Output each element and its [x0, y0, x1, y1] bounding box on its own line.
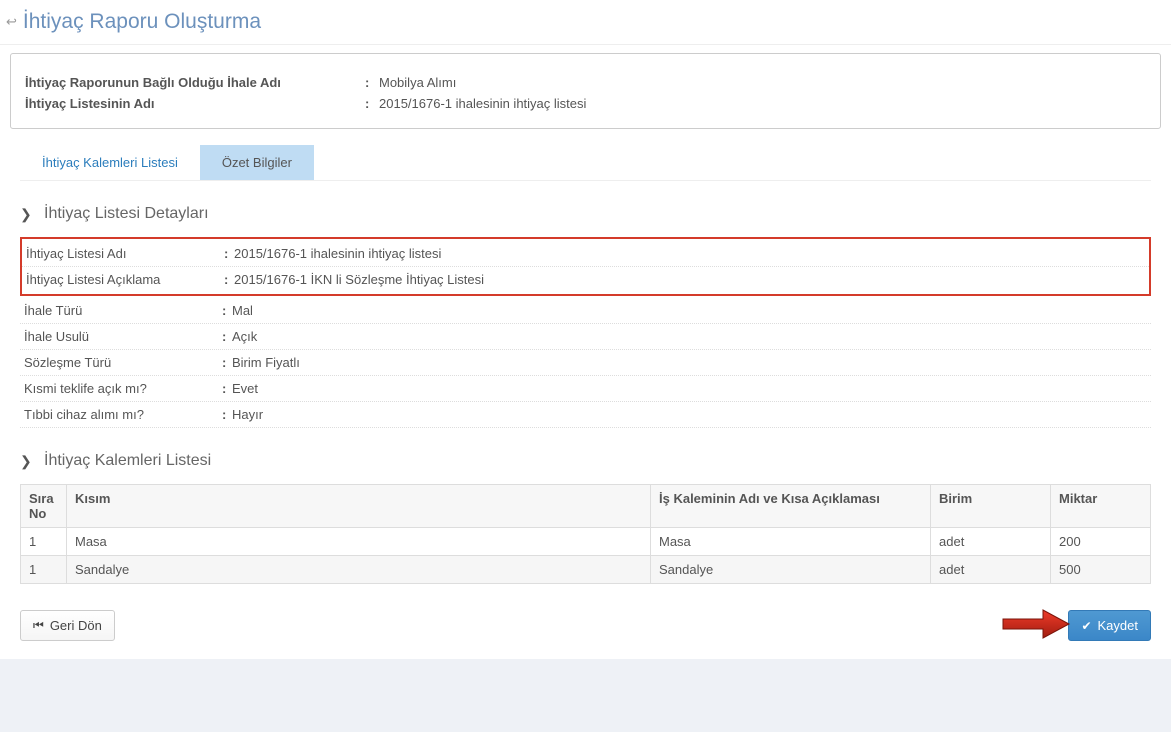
colon — [224, 272, 234, 287]
back-button-label: Geri Dön — [50, 618, 102, 633]
detail-row: İhtiyaç Listesi Açıklama 2015/1676-1 İKN… — [22, 267, 1149, 292]
table-header-row: Sıra No Kısım İş Kaleminin Adı ve Kısa A… — [21, 485, 1151, 528]
info-value: 2015/1676-1 ihalesinin ihtiyaç listesi — [379, 96, 586, 111]
col-header-birim: Birim — [931, 485, 1051, 528]
colon — [222, 407, 232, 422]
detail-value: Birim Fiyatlı — [232, 355, 300, 370]
col-header-kisim: Kısım — [67, 485, 651, 528]
info-row-ihale-adi: İhtiyaç Raporunun Bağlı Olduğu İhale Adı… — [21, 72, 1150, 93]
detail-label: İhtiyaç Listesi Açıklama — [26, 272, 224, 287]
detail-row: Kısmi teklife açık mı? Evet — [20, 376, 1151, 402]
col-header-miktar: Miktar — [1051, 485, 1151, 528]
section-details-header[interactable]: ❯ İhtiyaç Listesi Detayları — [20, 205, 1151, 223]
detail-value: Mal — [232, 303, 253, 318]
info-row-liste-adi: İhtiyaç Listesinin Adı : 2015/1676-1 iha… — [21, 93, 1150, 114]
detail-value: Hayır — [232, 407, 263, 422]
detail-row: İhtiyaç Listesi Adı 2015/1676-1 ihalesin… — [22, 241, 1149, 267]
colon — [224, 246, 234, 261]
cell-kisim: Masa — [67, 528, 651, 556]
items-table-wrap: Sıra No Kısım İş Kaleminin Adı ve Kısa A… — [20, 484, 1151, 584]
info-label: İhtiyaç Raporunun Bağlı Olduğu İhale Adı — [25, 75, 365, 90]
detail-value: 2015/1676-1 ihalesinin ihtiyaç listesi — [234, 246, 441, 261]
cell-miktar: 200 — [1051, 528, 1151, 556]
col-header-sira: Sıra No — [21, 485, 67, 528]
content-area: İhtiyaç Raporunun Bağlı Olduğu İhale Adı… — [0, 45, 1171, 659]
check-icon: ✔ — [1081, 619, 1091, 633]
section-items-header[interactable]: ❯ İhtiyaç Kalemleri Listesi — [20, 452, 1151, 470]
detail-label: Kısmi teklife açık mı? — [24, 381, 222, 396]
detail-label: İhale Türü — [24, 303, 222, 318]
detail-row: Tıbbi cihaz alımı mı? Hayır — [20, 402, 1151, 428]
footer-bar: ⏮ Geri Dön ✔ Kaydet — [10, 584, 1161, 659]
return-icon: ↪ — [6, 14, 17, 30]
detail-row: İhale Usulü Açık — [20, 324, 1151, 350]
detail-value: Evet — [232, 381, 258, 396]
detail-value: 2015/1676-1 İKN li Sözleşme İhtiyaç List… — [234, 272, 484, 287]
cell-adi: Sandalye — [651, 556, 931, 584]
cell-miktar: 500 — [1051, 556, 1151, 584]
detail-value: Açık — [232, 329, 257, 344]
section-items-title: İhtiyaç Kalemleri Listesi — [44, 452, 211, 470]
arrow-annotation-icon — [1001, 607, 1071, 641]
colon — [222, 381, 232, 396]
page-title-bar: ↪ İhtiyaç Raporu Oluşturma — [0, 0, 1171, 40]
cell-sira: 1 — [21, 556, 67, 584]
detail-label: Sözleşme Türü — [24, 355, 222, 370]
tabs: İhtiyaç Kalemleri Listesi Özet Bilgiler — [20, 145, 1151, 181]
step-backward-icon: ⏮ — [33, 618, 44, 633]
colon: : — [365, 96, 379, 111]
detail-label: İhale Usulü — [24, 329, 222, 344]
cell-adi: Masa — [651, 528, 931, 556]
colon — [222, 329, 232, 344]
section-details: ❯ İhtiyaç Listesi Detayları İhtiyaç List… — [20, 205, 1151, 428]
cell-sira: 1 — [21, 528, 67, 556]
info-label: İhtiyaç Listesinin Adı — [25, 96, 365, 111]
table-row: 1 Sandalye Sandalye adet 500 — [21, 556, 1151, 584]
tab-ihtiyac-kalemleri[interactable]: İhtiyaç Kalemleri Listesi — [20, 145, 200, 180]
info-panel: İhtiyaç Raporunun Bağlı Olduğu İhale Adı… — [10, 53, 1161, 129]
colon: : — [365, 75, 379, 90]
colon — [222, 355, 232, 370]
colon — [222, 303, 232, 318]
cell-birim: adet — [931, 528, 1051, 556]
items-table: Sıra No Kısım İş Kaleminin Adı ve Kısa A… — [20, 484, 1151, 584]
save-button[interactable]: ✔ Kaydet — [1068, 610, 1151, 641]
table-row: 1 Masa Masa adet 200 — [21, 528, 1151, 556]
detail-label: Tıbbi cihaz alımı mı? — [24, 407, 222, 422]
info-value: Mobilya Alımı — [379, 75, 456, 90]
chevron-right-icon: ❯ — [20, 453, 34, 470]
section-details-title: İhtiyaç Listesi Detayları — [44, 205, 209, 223]
detail-label: İhtiyaç Listesi Adı — [26, 246, 224, 261]
page-title: İhtiyaç Raporu Oluşturma — [23, 10, 261, 34]
detail-row: İhale Türü Mal — [20, 298, 1151, 324]
col-header-adi: İş Kaleminin Adı ve Kısa Açıklaması — [651, 485, 931, 528]
highlight-box: İhtiyaç Listesi Adı 2015/1676-1 ihalesin… — [20, 237, 1151, 296]
cell-kisim: Sandalye — [67, 556, 651, 584]
details-list: İhtiyaç Listesi Adı 2015/1676-1 ihalesin… — [20, 237, 1151, 428]
section-items: ❯ İhtiyaç Kalemleri Listesi Sıra No Kısı… — [20, 452, 1151, 584]
page-root: ↪ İhtiyaç Raporu Oluşturma İhtiyaç Rapor… — [0, 0, 1171, 659]
chevron-right-icon: ❯ — [20, 206, 34, 223]
detail-row: Sözleşme Türü Birim Fiyatlı — [20, 350, 1151, 376]
back-button[interactable]: ⏮ Geri Dön — [20, 610, 115, 641]
save-button-label: Kaydet — [1098, 618, 1138, 633]
tab-ozet-bilgiler[interactable]: Özet Bilgiler — [200, 145, 314, 180]
cell-birim: adet — [931, 556, 1051, 584]
